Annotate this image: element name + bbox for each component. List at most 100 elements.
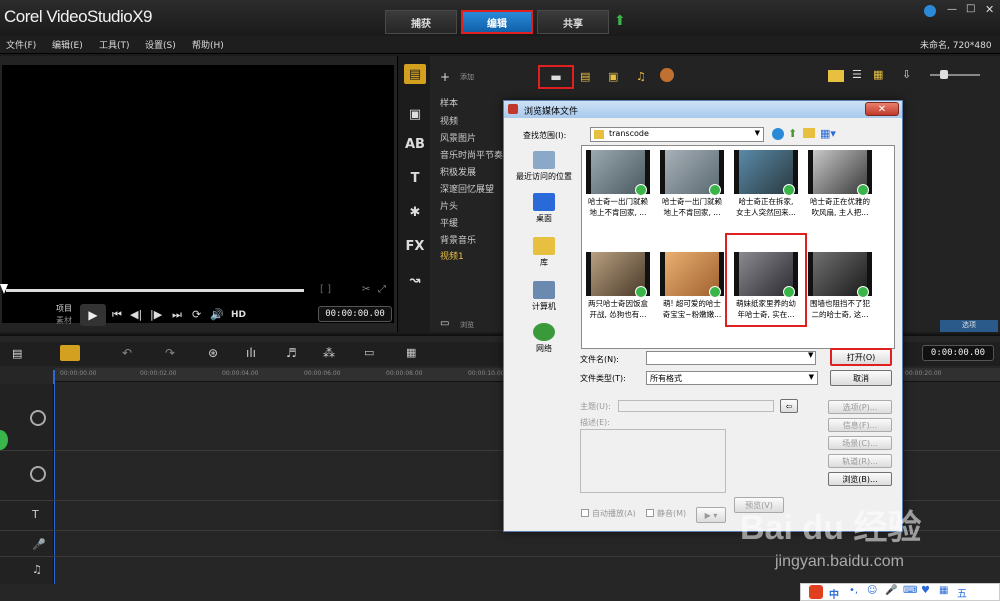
library-item[interactable]: 积极发展 — [440, 165, 476, 178]
place-recent[interactable]: 最近访问的位置 — [510, 151, 578, 182]
globe-icon[interactable] — [924, 5, 936, 17]
lookin-dropdown[interactable]: transcode ▼ — [590, 127, 764, 142]
skin-icon[interactable]: ♥ — [921, 585, 930, 596]
show-audio-icon[interactable]: ♫ — [636, 70, 646, 83]
play-icon[interactable]: ▶ — [80, 304, 106, 326]
overlay-track-icon[interactable] — [30, 466, 46, 482]
enlarge-icon[interactable]: ⤢ — [378, 284, 386, 295]
next-frame-icon[interactable]: |▶ — [150, 308, 162, 321]
tab-capture[interactable]: 捕获 — [385, 10, 457, 34]
sort-order-icon[interactable]: ⇩ — [902, 68, 911, 81]
timeline-view-icon[interactable] — [60, 345, 80, 361]
play-dropdown-button[interactable]: ▶ ▾ — [696, 507, 726, 523]
tab-share[interactable]: 共享 — [537, 10, 609, 34]
mark-in-out-icon[interactable]: [ ] — [320, 284, 331, 295]
filetype-select[interactable]: 所有格式 ▼ — [646, 371, 818, 385]
filename-dropdown-icon[interactable]: ▼ — [808, 351, 813, 359]
up-folder-icon[interactable]: ⬆ — [788, 127, 797, 140]
storyboard-view-icon[interactable]: ▤ — [12, 347, 22, 360]
scrub-bar[interactable] — [6, 289, 304, 292]
prev-frame-icon[interactable]: ◀| — [130, 308, 142, 321]
minimize-icon[interactable]: — — [947, 4, 957, 15]
view-menu-icon[interactable]: ▦▾ — [820, 127, 836, 140]
new-folder-icon[interactable] — [803, 128, 815, 138]
scene-button[interactable]: 场景(C)... — [828, 436, 892, 450]
description-textarea[interactable] — [580, 429, 726, 493]
video-track-icon[interactable] — [30, 410, 46, 426]
media-icon[interactable]: ▤ — [404, 64, 426, 84]
file-name[interactable]: 围墙也阻挡不了犯 二的哈士奇, 这... — [804, 298, 876, 320]
file-name[interactable]: 哈士奇一出门就赖 地上不肯回家, ... — [656, 196, 728, 218]
mute-checkbox[interactable] — [646, 509, 654, 517]
options-label[interactable]: 选项 — [940, 320, 998, 332]
wubi-icon[interactable]: 五 — [957, 585, 967, 600]
menu-file[interactable]: 文件(F) — [6, 38, 36, 51]
browse-label[interactable]: 浏览 — [460, 320, 474, 330]
music-track-icon[interactable]: ♫ — [32, 563, 42, 576]
title-track-icon[interactable]: T — [32, 508, 39, 521]
video-thumbnail[interactable] — [660, 150, 724, 196]
redo-icon[interactable]: ↷ — [165, 346, 175, 360]
instant-project-icon[interactable]: ▣ — [404, 104, 426, 124]
auto-music-icon[interactable]: ♬ — [286, 346, 297, 360]
view-grid-icon[interactable]: ▦ — [873, 68, 883, 81]
sogou-icon[interactable] — [809, 585, 823, 599]
open-button[interactable]: 打开(O) — [830, 348, 892, 366]
library-item[interactable]: 平缓 — [440, 216, 458, 229]
ime-mode[interactable]: 中 — [829, 586, 839, 601]
file-name[interactable]: 哈士奇正在优雅的 吹风扇, 主人把... — [804, 196, 876, 218]
emoji-icon[interactable]: ☺ — [867, 585, 877, 596]
browse-icon[interactable]: ▭ — [440, 318, 449, 329]
file-name[interactable]: 哈士奇正在拆家, 女主人突然回来... — [730, 196, 802, 218]
home-icon[interactable]: ⏮ — [112, 308, 122, 322]
cancel-button[interactable]: 取消 — [830, 370, 892, 386]
sound-mixer-icon[interactable]: ılı — [246, 346, 256, 360]
sort-icon[interactable] — [660, 68, 674, 82]
toolbox-icon[interactable]: ▦ — [939, 585, 948, 596]
file-name[interactable]: 哈士奇一出门就赖 地上不肯回家, ... — [582, 196, 654, 218]
voice-icon[interactable]: 🎤 — [885, 585, 897, 596]
video-thumbnail[interactable] — [808, 150, 872, 196]
title-icon[interactable]: T — [404, 168, 426, 188]
library-item[interactable]: 风景图片 — [440, 131, 476, 144]
add-icon[interactable]: + — [440, 70, 450, 84]
library-item[interactable]: 视频 — [440, 114, 458, 127]
file-name[interactable]: 两只哈士奇因饭盒 开战, 怂狗也有... — [582, 298, 654, 320]
timeline-timecode[interactable]: 0:00:00.00 — [922, 345, 994, 361]
view-thumbnail-icon[interactable] — [828, 70, 844, 82]
video-thumbnail[interactable] — [586, 150, 650, 196]
video-thumbnail[interactable] — [586, 252, 650, 298]
filter-fx-icon[interactable]: FX — [404, 236, 426, 256]
file-name[interactable]: 萌! 超可爱的哈士 奇宝宝~粉嫩嫩... — [656, 298, 728, 320]
undo-icon[interactable]: ↶ — [122, 346, 132, 360]
place-desktop[interactable]: 桌面 — [510, 193, 578, 224]
keyboard-icon[interactable]: ⌨ — [903, 585, 917, 596]
hd-label[interactable]: HD — [231, 310, 246, 320]
transition-icon[interactable]: AB — [404, 134, 426, 154]
preview-timecode[interactable]: 00:00:00.00 — [318, 306, 392, 322]
slider-handle[interactable] — [940, 70, 948, 79]
voice-track-icon[interactable]: 🎤 — [32, 538, 46, 551]
video-thumbnail[interactable] — [660, 252, 724, 298]
place-libraries[interactable]: 库 — [510, 237, 578, 268]
upload-arrow-icon[interactable]: ⬆ — [614, 13, 626, 29]
subject-arrow-button[interactable]: ⇦ — [780, 399, 798, 413]
show-photo-icon[interactable]: ▣ — [608, 70, 618, 83]
library-item[interactable]: 音乐时尚平节奏 — [440, 148, 503, 161]
record-capture-icon[interactable]: ⊛ — [208, 346, 218, 360]
menu-tools[interactable]: 工具(T) — [99, 38, 130, 51]
add-label[interactable]: 添加 — [460, 72, 474, 82]
video-thumbnail[interactable] — [734, 150, 798, 196]
import-folder-icon[interactable]: ▬ — [538, 65, 574, 89]
close-icon[interactable]: ✕ — [985, 3, 994, 16]
thumbnail-size-slider[interactable] — [930, 74, 980, 76]
motion-tracking-icon[interactable]: ⁂ — [323, 346, 335, 360]
back-icon[interactable] — [772, 128, 784, 140]
end-icon[interactable]: ⏭ — [172, 308, 182, 322]
place-network[interactable]: 网络 — [510, 323, 578, 354]
library-item[interactable]: 深邃回忆展望 — [440, 182, 494, 195]
options-button[interactable]: 选项(P)... — [828, 400, 892, 414]
multi-camera-icon[interactable]: ▦ — [406, 346, 416, 359]
repeat-icon[interactable]: ⟳ — [192, 308, 201, 321]
file-list[interactable]: 哈士奇一出门就赖 地上不肯回家, ... 哈士奇一出门就赖 地上不肯回家, ... … — [581, 145, 895, 349]
